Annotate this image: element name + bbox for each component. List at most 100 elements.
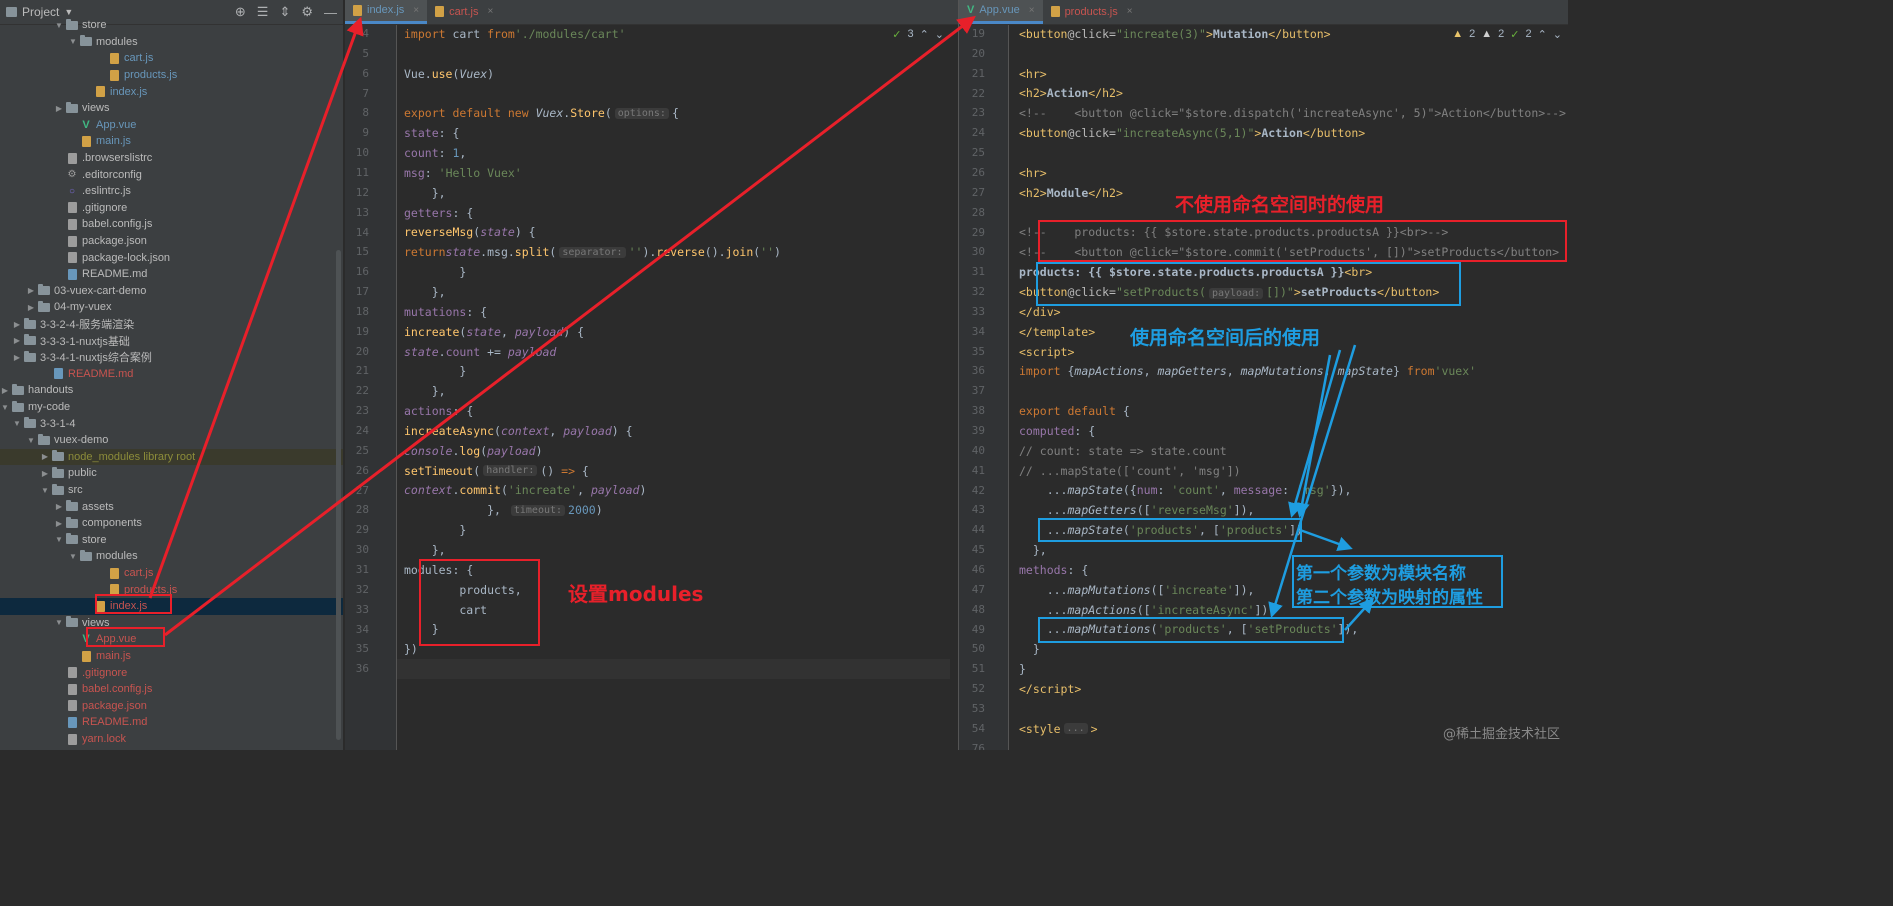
code-line[interactable]: ... mapState({num: 'count', message: 'msg… [1019,481,1352,501]
code-line[interactable]: export default { [1019,401,1130,421]
tree-item[interactable]: .gitignore [0,664,343,681]
code-line[interactable]: </script> [1019,679,1081,699]
tree-item[interactable]: main.js [0,133,343,150]
code-line[interactable]: <h2> Action </h2> [1019,84,1123,104]
code-line[interactable]: Vue. use(Vuex) [404,64,494,84]
code-line[interactable]: }, [404,540,446,560]
code-line[interactable]: }) [404,639,418,659]
chevron-right-icon[interactable]: ▶ [26,286,36,295]
code-line[interactable]: } [404,361,466,381]
chevron-down-icon[interactable]: ▼ [54,21,64,30]
tree-item[interactable]: cart.js [0,565,343,582]
tree-item[interactable]: README.md [0,714,343,731]
chevron-right-icon[interactable]: ▶ [40,469,50,478]
code-line[interactable]: methods: { [1019,560,1088,580]
tree-item[interactable]: package.json [0,698,343,715]
chevron-down-icon[interactable]: ▼ [68,37,78,46]
tab-App-vue[interactable]: V App.vue × [959,0,1043,24]
code-line[interactable]: state: { [404,123,459,143]
code-line[interactable]: <button @click= "increateAsync(5,1)" > Acti… [1019,123,1365,143]
code-line[interactable]: } [1019,639,1040,659]
tree-item[interactable]: ▶ node_modules library root [0,448,343,466]
code-line[interactable]: count: 1, [404,143,466,163]
code-line[interactable]: <hr> [1019,163,1047,183]
tree-item[interactable]: ⚙ .editorconfig [0,166,343,183]
close-icon[interactable]: × [413,5,419,16]
code-line[interactable]: }, timeout: 2000) [404,500,603,520]
code-line[interactable]: <script> [1019,342,1074,362]
close-icon[interactable]: × [1127,6,1133,17]
code-line[interactable]: actions: { [404,401,473,421]
chevron-right-icon[interactable]: ▶ [12,353,22,362]
tree-item[interactable]: ▶ views [0,100,343,117]
code-line[interactable]: // ...mapState(['count', 'msg']) [1019,461,1241,481]
code-line[interactable]: }, [404,282,446,302]
code-line[interactable]: msg: 'Hello Vuex' [404,163,522,183]
tree-item[interactable]: ▼ my-code [0,399,343,416]
chevron-down-icon[interactable]: ▼ [12,419,22,428]
code-line[interactable]: }, [1019,540,1047,560]
tree-item[interactable]: .browserslistrc [0,150,343,167]
tree-item[interactable]: ○ .eslintrc.js [0,183,343,200]
tree-item[interactable]: ▶ 04-my-vuex [0,299,343,316]
chevron-right-icon[interactable]: ▶ [54,519,64,528]
code-line[interactable]: mutations: { [404,302,487,322]
tree-item[interactable]: README.md [0,266,343,283]
tree-item[interactable]: products.js [0,581,343,598]
chevron-down-icon[interactable]: ▼ [54,618,64,627]
tree-item[interactable]: ▼ vuex-demo [0,432,343,449]
sidebar-scrollbar[interactable] [336,250,341,740]
code-line[interactable]: import cart from './modules/cart' [404,24,626,44]
code-line[interactable]: } [1019,659,1026,679]
code-line[interactable]: <style... > [1019,719,1098,739]
chevron-down-icon[interactable]: ⌄ [935,28,944,41]
tree-item[interactable]: ▶ public [0,465,343,482]
tree-item[interactable]: ▼ store [0,17,343,34]
code-line[interactable]: increateAsync(context, payload) { [404,421,633,441]
tree-item[interactable]: ▶ 3-3-4-1-nuxtjs综合案例 [0,349,343,366]
code-line[interactable]: }, [404,381,446,401]
code-line[interactable]: state. count += payload [404,342,556,362]
code-line[interactable]: <button @click= "increate(3)" > Mutation </b… [1019,24,1331,44]
chevron-down-icon[interactable]: ▼ [0,403,10,412]
code-line[interactable]: export default new Vuex. Store(options:{ [404,103,679,123]
chevron-down-icon[interactable]: ▼ [26,436,36,445]
chevron-down-icon[interactable]: ▼ [40,486,50,495]
tree-item[interactable]: ▼ src [0,482,343,499]
tree-item[interactable]: main.js [0,648,343,665]
code-line[interactable]: <hr> [1019,64,1047,84]
tree-item[interactable]: package-lock.json [0,249,343,266]
tree-item[interactable]: babel.config.js [0,681,343,698]
tree-item[interactable]: index.js [0,598,343,615]
tree-item[interactable]: ▶ components [0,515,343,532]
chevron-right-icon[interactable]: ▶ [54,502,64,511]
code-line[interactable]: ... mapMutations(['increate']), [1019,580,1255,600]
chevron-down-icon[interactable]: ▼ [68,552,78,561]
code-line[interactable]: } [404,520,466,540]
tree-item[interactable]: ▶ assets [0,498,343,515]
chevron-right-icon[interactable]: ▶ [0,386,10,395]
chevron-down-icon[interactable]: ⌄ [1553,28,1562,41]
code-line[interactable]: getters: { [404,203,473,223]
tree-item[interactable]: index.js [0,83,343,100]
tree-item[interactable]: README.md [0,366,343,383]
chevron-right-icon[interactable]: ▶ [12,320,22,329]
tree-item[interactable]: .gitignore [0,200,343,217]
chevron-right-icon[interactable]: ▶ [54,104,64,113]
chevron-down-icon[interactable]: ▼ [54,535,64,544]
tab-cart-js[interactable]: cart.js × [427,0,501,24]
tree-item[interactable]: ▼ views [0,615,343,632]
chevron-right-icon[interactable]: ▶ [40,452,50,461]
code-line[interactable]: return state .msg. split(separator: ''). rev… [404,242,781,262]
chevron-right-icon[interactable]: ▶ [26,303,36,312]
chevron-down-icon[interactable]: ▼ [64,7,73,17]
tree-item[interactable]: V App.vue [0,631,343,648]
code-line[interactable]: import {mapActions, mapGetters, mapMutat… [1019,361,1476,381]
tree-item[interactable]: ▶ 3-3-3-1-nuxtjs基础 [0,332,343,349]
code-line[interactable]: setTimeout(handler:() => { [404,461,589,481]
code-line[interactable]: increate(state, payload) { [404,322,584,342]
chevron-up-icon[interactable]: ⌃ [1538,28,1547,41]
code-line[interactable]: // count: state => state.count [1019,441,1227,461]
editor-scrollbar[interactable] [950,25,958,750]
tree-item[interactable]: ▶ 3-3-2-4-服务端渲染 [0,316,343,333]
